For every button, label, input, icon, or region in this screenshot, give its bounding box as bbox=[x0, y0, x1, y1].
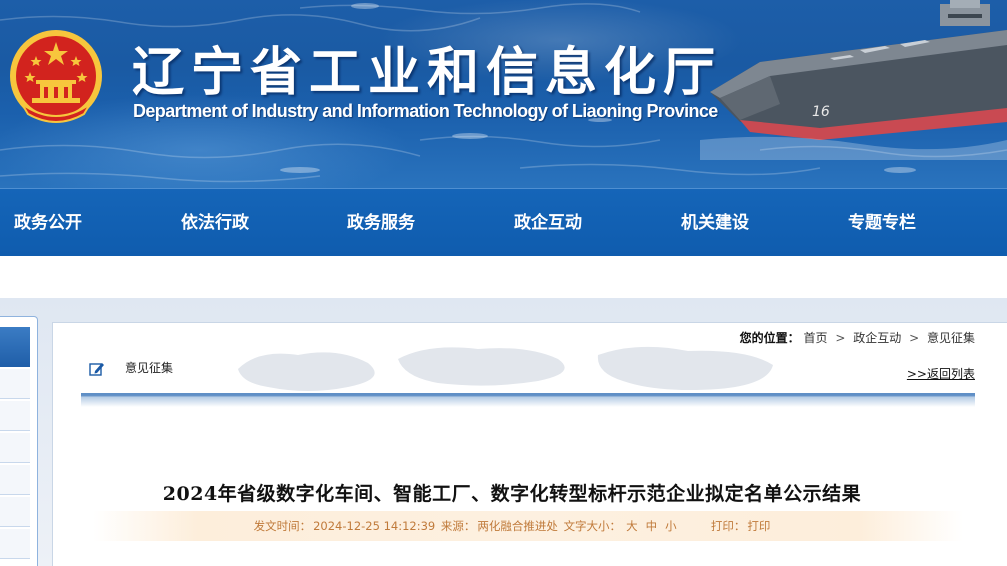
sidebar-item[interactable] bbox=[0, 497, 30, 527]
nav-item-government-affairs[interactable]: 政务公开 bbox=[14, 189, 82, 257]
sidebar-thumbnail[interactable] bbox=[0, 327, 30, 367]
header-banner: 辽宁省工业和信息化厅 Department of Industry and In… bbox=[0, 0, 1007, 188]
publish-date: 2024-12-25 14:12:39 bbox=[313, 519, 436, 533]
article-title: 2024年省级数字化车间、智能工厂、数字化转型标杆示范企业拟定名单公示结果 bbox=[162, 483, 862, 505]
nav-item-law-administration[interactable]: 依法行政 bbox=[181, 189, 249, 257]
site-title: 辽宁省工业和信息化厅 bbox=[132, 43, 723, 103]
breadcrumb-home[interactable]: 首页 bbox=[804, 331, 828, 345]
section-title: 意见征集 bbox=[125, 361, 174, 375]
sidebar-item[interactable] bbox=[0, 401, 30, 431]
section-divider bbox=[81, 393, 975, 407]
sidebar-item[interactable] bbox=[0, 465, 30, 495]
font-size-label: 文字大小： bbox=[563, 519, 622, 533]
publish-date-label: 发文时间： bbox=[253, 519, 312, 533]
sidebar-item[interactable] bbox=[0, 433, 30, 463]
breadcrumb-separator: > bbox=[909, 331, 920, 345]
content-panel: 您的位置： 首页 > 政企互动 > 意见征集 意见征集 >>返回列表 2024年… bbox=[52, 322, 1007, 566]
site-subtitle: Department of Industry and Information T… bbox=[133, 101, 718, 121]
hull-number-icon: 16 bbox=[812, 104, 830, 120]
national-emblem-icon bbox=[10, 30, 102, 123]
breadcrumb-enterprise-interaction[interactable]: 政企互动 bbox=[853, 331, 901, 345]
nav-item-government-services[interactable]: 政务服务 bbox=[347, 189, 415, 257]
breadcrumb-separator: > bbox=[835, 331, 846, 345]
location-label: 您的位置： bbox=[739, 331, 800, 345]
world-map-watermark-icon bbox=[238, 346, 773, 391]
print-label: 打印： bbox=[710, 519, 746, 533]
breadcrumb-opinion-collection[interactable]: 意见征集 bbox=[927, 331, 975, 345]
aircraft-carrier-image: 16 bbox=[700, 0, 1007, 160]
article-meta: 发文时间： 2024-12-25 14:12:39 来源： 两化融合推进处 文字大小… bbox=[53, 518, 971, 534]
nav-item-enterprise-interaction[interactable]: 政企互动 bbox=[514, 189, 582, 257]
nav-item-special-topics[interactable]: 专题专栏 bbox=[848, 189, 916, 257]
font-size-small-button[interactable]: 小 bbox=[665, 519, 677, 533]
print-button[interactable]: 打印 bbox=[747, 519, 770, 533]
sidebar-item[interactable] bbox=[0, 529, 30, 559]
nav-item-agency-building[interactable]: 机关建设 bbox=[681, 189, 749, 257]
edit-icon bbox=[89, 363, 104, 376]
sidebar-item[interactable] bbox=[0, 369, 30, 399]
breadcrumb: 您的位置： 首页 > 政企互动 > 意见征集 bbox=[740, 329, 975, 346]
source-label: 来源： bbox=[440, 519, 476, 533]
main-nav: 政务公开 依法行政 政务服务 政企互动 机关建设 专题专栏 bbox=[0, 188, 1007, 256]
font-size-medium-button[interactable]: 中 bbox=[646, 519, 658, 533]
sidebar bbox=[0, 316, 38, 566]
spacer-strip bbox=[0, 256, 1007, 298]
font-size-large-button[interactable]: 大 bbox=[626, 519, 638, 533]
source-value: 两化融合推进处 bbox=[477, 519, 558, 533]
back-to-list-link[interactable]: >>返回列表 bbox=[907, 365, 975, 382]
